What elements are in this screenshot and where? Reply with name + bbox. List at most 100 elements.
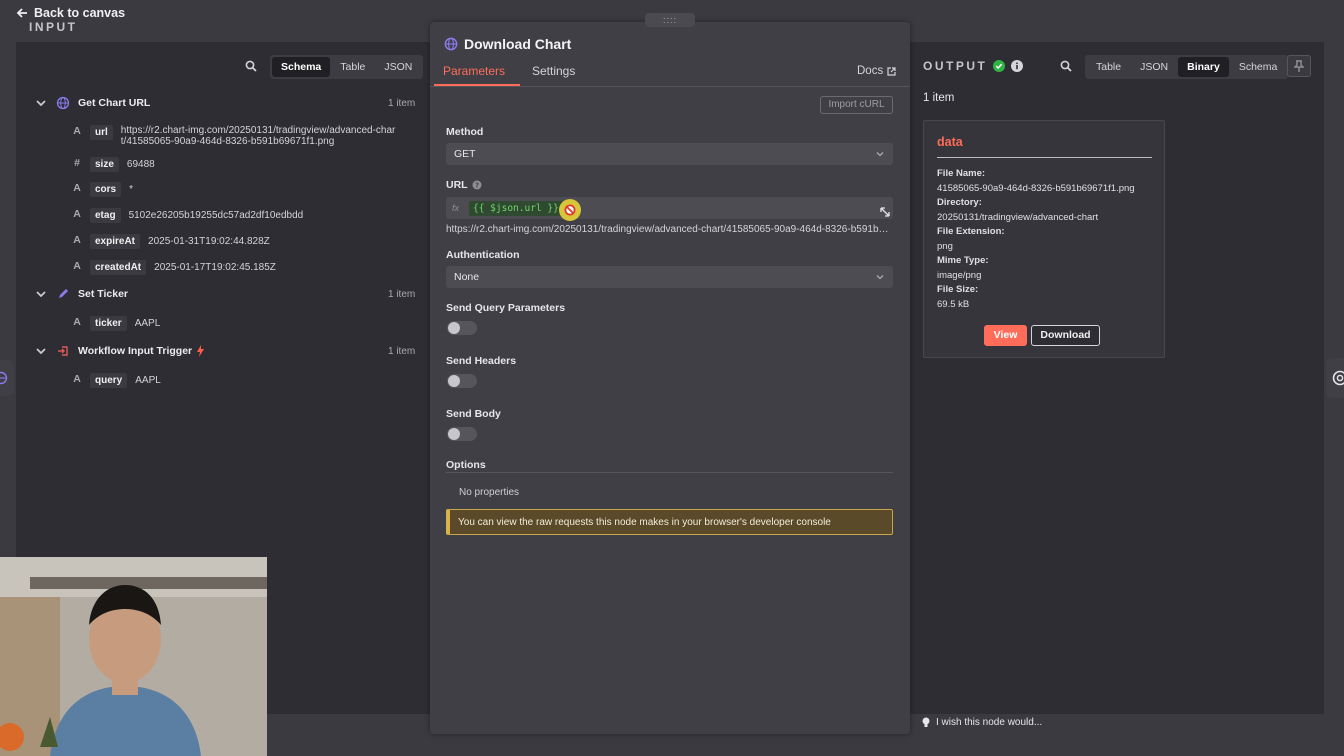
output-panel-header: OUTPUT (923, 55, 1024, 77)
method-select[interactable]: GET (446, 143, 893, 165)
string-type-icon: A (73, 373, 81, 385)
chevron-down-icon (876, 152, 884, 157)
field-name[interactable]: cors (90, 182, 122, 197)
fx-icon: fx (452, 203, 460, 213)
send-headers-toggle[interactable] (447, 374, 477, 388)
sign-in-icon (58, 346, 68, 356)
authentication-value: None (454, 271, 480, 283)
send-body-label: Send Body (446, 408, 501, 420)
node-title: Workflow Input Trigger (78, 345, 193, 357)
drag-handle[interactable]: :::: (645, 13, 695, 27)
file-size-value: 69.5 kB (937, 298, 970, 310)
tab-binary[interactable]: Binary (1178, 57, 1229, 77)
send-headers-label-text: Send Headers (446, 355, 517, 367)
send-body-toggle[interactable] (447, 427, 477, 441)
openai-icon (1332, 370, 1344, 386)
method-label-text: Method (446, 126, 484, 138)
method-value: GET (454, 148, 476, 160)
tab-schema[interactable]: Schema (1230, 57, 1287, 77)
field-value: AAPL (134, 318, 161, 329)
chevron-down-icon (876, 275, 884, 280)
right-edge-tab[interactable] (1326, 358, 1344, 398)
url-input[interactable]: fx {{ $json.url }} (446, 197, 893, 219)
input-panel-header: INPUT (29, 16, 78, 38)
directory-value: 20250131/tradingview/advanced-chart (937, 211, 1099, 223)
field-name[interactable]: expireAt (90, 234, 141, 249)
authentication-label: Authentication (446, 249, 520, 261)
divider (430, 86, 910, 87)
field-name[interactable]: ticker (90, 316, 127, 331)
send-query-label: Send Query Parameters (446, 302, 565, 314)
field-row: A etag 5102e26205b19255dc57ad2df10edbdd (68, 208, 303, 223)
help-icon[interactable]: ? (472, 180, 482, 190)
webcam-overlay (0, 557, 267, 756)
import-curl-button[interactable]: Import cURL (820, 96, 893, 114)
tree-node-set-ticker[interactable]: Set Ticker (34, 287, 128, 301)
field-name[interactable]: url (90, 125, 113, 140)
options-label-text: Options (446, 459, 486, 471)
tab-table[interactable]: Table (1087, 57, 1130, 77)
pin-data-button[interactable] (1287, 55, 1311, 77)
no-properties-text: No properties (459, 487, 520, 498)
download-button[interactable]: Download (1031, 325, 1100, 346)
info-icon[interactable] (1011, 60, 1024, 72)
globe-icon (56, 96, 70, 110)
node-title[interactable]: Download Chart (464, 36, 571, 52)
send-headers-label: Send Headers (446, 355, 516, 367)
divider (446, 472, 893, 473)
field-name[interactable]: etag (90, 208, 121, 223)
external-link-icon (887, 66, 896, 76)
item-count: 1 item (388, 289, 416, 300)
string-type-icon: A (73, 125, 81, 137)
field-name[interactable]: createdAt (90, 260, 147, 275)
docs-link[interactable]: Docs (857, 65, 896, 77)
string-type-icon: A (73, 234, 81, 246)
pin-icon (1294, 60, 1304, 72)
tab-json[interactable]: JSON (375, 57, 421, 77)
feedback-link[interactable]: I wish this node would... (922, 717, 1042, 728)
divider (937, 157, 1152, 158)
node-settings-panel (430, 22, 910, 734)
lightning-icon (197, 345, 205, 357)
chevron-down-icon (36, 348, 46, 355)
field-row: A ticker AAPL (68, 316, 160, 331)
file-extension-value: png (937, 240, 953, 252)
view-button[interactable]: View (984, 325, 1027, 346)
binary-metadata: File Name: 41585065-90a9-464d-8326-b591b… (937, 167, 1135, 312)
tree-node-get-chart-url[interactable]: Get Chart URL (34, 96, 150, 110)
search-icon[interactable] (245, 60, 257, 72)
developer-console-notice: You can view the raw requests this node … (446, 509, 893, 535)
string-type-icon: A (73, 316, 81, 328)
send-query-toggle[interactable] (447, 321, 477, 335)
authentication-select[interactable]: None (446, 266, 893, 288)
field-name[interactable]: query (90, 373, 128, 388)
field-value: 5102e26205b19255dc57ad2df10edbdd (128, 210, 304, 221)
output-view-switcher: Table JSON Binary Schema (1085, 55, 1289, 79)
send-query-label-text: Send Query Parameters (446, 302, 566, 314)
search-icon[interactable] (1060, 60, 1072, 72)
string-type-icon: A (73, 208, 81, 220)
lightbulb-icon (922, 717, 930, 727)
tab-json[interactable]: JSON (1131, 57, 1177, 77)
binary-property-name: data (937, 135, 963, 149)
directory-label: Directory: (937, 197, 982, 208)
field-row: A createdAt 2025-01-17T19:02:45.185Z (68, 260, 276, 275)
url-resolved-preview: https://r2.chart-img.com/20250131/tradin… (446, 224, 893, 235)
globe-icon (444, 37, 458, 51)
field-name[interactable]: size (90, 157, 119, 172)
docs-label: Docs (857, 65, 884, 77)
tab-table[interactable]: Table (331, 57, 374, 77)
item-count: 1 item (388, 98, 416, 109)
tab-settings[interactable]: Settings (532, 64, 575, 78)
tree-node-workflow-input-trigger[interactable]: Workflow Input Trigger (34, 344, 205, 358)
item-count: 1 item (388, 346, 416, 357)
options-label: Options (446, 459, 486, 471)
field-value: 2025-01-31T19:02:44.828Z (148, 236, 270, 247)
left-edge-tab[interactable] (0, 360, 14, 396)
node-title: Get Chart URL (78, 97, 151, 109)
expand-icon[interactable] (879, 206, 891, 218)
mime-type-label: Mime Type: (937, 255, 989, 266)
notice-text: You can view the raw requests this node … (458, 516, 831, 528)
tab-parameters[interactable]: Parameters (443, 64, 505, 78)
tab-schema[interactable]: Schema (272, 57, 331, 77)
